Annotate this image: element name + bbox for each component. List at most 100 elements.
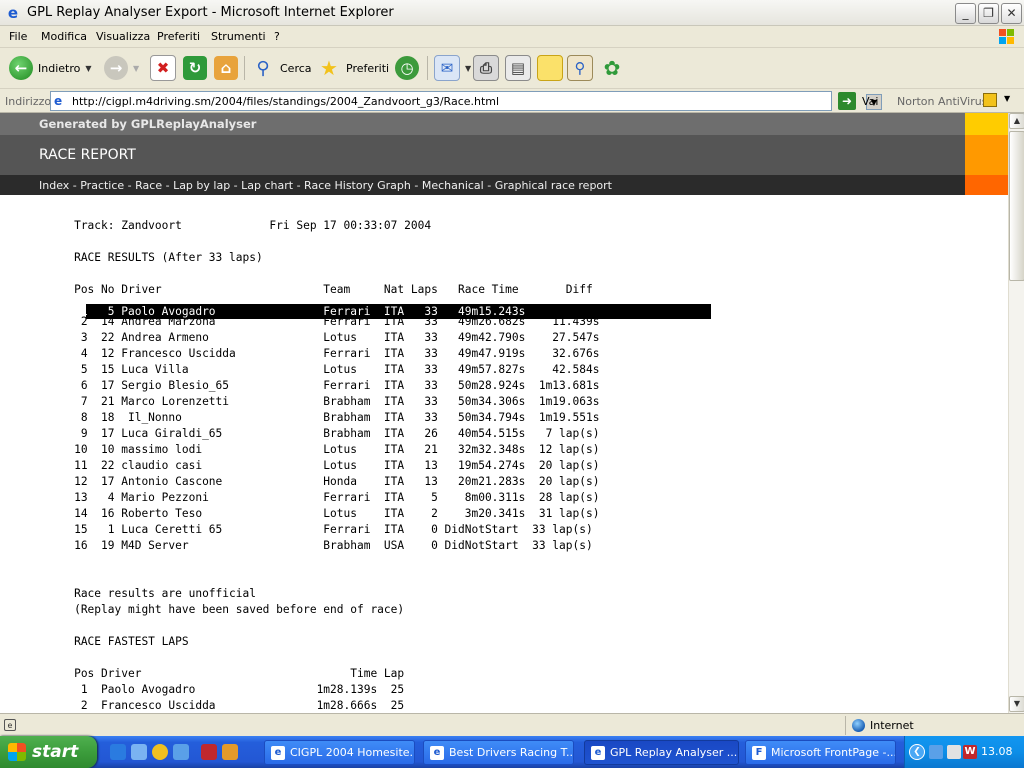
back-label: Indietro: [38, 61, 81, 75]
ie-quicklaunch-icon[interactable]: [110, 744, 126, 760]
report-nav-bar: Index - Practice - Race - Lap by lap - L…: [0, 175, 965, 195]
winamp-tray-icon[interactable]: W: [963, 745, 977, 759]
report-nav-links[interactable]: Index - Practice - Race - Lap by lap - L…: [39, 179, 612, 192]
taskbar-item-cigpl[interactable]: e CIGPL 2004 Homesite...: [264, 740, 415, 765]
ie-icon: e: [591, 745, 605, 760]
report-title-banner: RACE REPORT: [0, 135, 965, 175]
minimize-button[interactable]: _: [955, 3, 976, 24]
forward-button[interactable]: → ▼: [104, 54, 139, 82]
taskbar-item-best-drivers[interactable]: e Best Drivers Racing T...: [423, 740, 574, 765]
address-bar: Indirizzo e http://cigpl.m4driving.sm/20…: [0, 89, 1024, 113]
page-status-icon: e: [4, 719, 16, 731]
status-bar: e Internet: [0, 713, 1024, 736]
taskbar-clock[interactable]: 13.08: [981, 745, 1013, 758]
home-button[interactable]: ⌂: [214, 54, 238, 82]
start-button[interactable]: start: [0, 736, 97, 768]
internet-globe-icon: [852, 719, 865, 732]
maximize-button[interactable]: ❐: [978, 3, 999, 24]
menu-file[interactable]: File: [9, 30, 27, 43]
history-icon: ◷: [395, 56, 419, 80]
ie-app-icon[interactable]: e: [5, 5, 21, 21]
page-content: Generated by GPLReplayAnalyser RACE REPO…: [0, 113, 1008, 713]
menu-bar: File Modifica Visualizza Preferiti Strum…: [0, 26, 1024, 48]
header-accent-yellow: [965, 113, 1008, 135]
norton-dropdown-icon[interactable]: ▼: [1004, 94, 1010, 103]
taskbar: start e CIGPL 2004 Homesite... e Best Driv…: [0, 736, 1024, 768]
print-button[interactable]: ⎙: [473, 54, 499, 82]
address-label: Indirizzo: [5, 95, 52, 108]
windows-logo-icon: [999, 29, 1014, 44]
norton-antivirus-button[interactable]: Norton AntiVirus: [897, 95, 987, 108]
mail-button[interactable]: ✉ ▼: [434, 54, 471, 82]
winner-row-text: 1 5 Paolo Avogadro Ferrari ITA 33 49m15.…: [0, 305, 526, 318]
back-arrow-icon: ←: [9, 56, 33, 80]
refresh-icon: ↻: [183, 56, 207, 80]
forward-dropdown-icon: ▼: [133, 63, 140, 73]
stop-button[interactable]: ✖: [150, 54, 176, 82]
tray-expand-icon[interactable]: ❮: [909, 744, 925, 760]
note-icon: [537, 55, 563, 81]
toolbar-separator: [244, 56, 245, 80]
favorites-button[interactable]: ★ Preferiti: [317, 54, 389, 82]
edit-button[interactable]: ▤: [505, 54, 531, 82]
print-icon: ⎙: [473, 55, 499, 81]
taskbar-item-gpl-replay[interactable]: e GPL Replay Analyser ...: [584, 740, 739, 765]
window-title: GPL Replay Analyser Export - Microsoft I…: [27, 5, 394, 20]
research-icon: ⚲: [567, 55, 593, 81]
mail-dropdown-icon[interactable]: ▼: [465, 64, 471, 73]
header-accent-red: [965, 175, 1008, 195]
refresh-button[interactable]: ↻: [183, 54, 207, 82]
address-url[interactable]: http://cigpl.m4driving.sm/2004/files/sta…: [72, 95, 499, 108]
scroll-down-icon[interactable]: ▼: [1009, 696, 1024, 712]
ie-icon: e: [430, 745, 444, 760]
show-desktop-quicklaunch-icon[interactable]: [173, 744, 189, 760]
tool-quicklaunch-icon[interactable]: [222, 744, 238, 760]
taskbar-item-label: CIGPL 2004 Homesite...: [290, 746, 415, 759]
network-tray-icon[interactable]: [929, 745, 943, 759]
search-label: Cerca: [280, 61, 312, 75]
app-quicklaunch-icon[interactable]: [201, 744, 217, 760]
discuss-button[interactable]: [537, 54, 563, 82]
favorites-label: Preferiti: [346, 61, 390, 75]
address-input[interactable]: e http://cigpl.m4driving.sm/2004/files/s…: [50, 91, 882, 111]
status-separator: [845, 716, 846, 735]
stop-icon: ✖: [150, 55, 176, 81]
icq-button[interactable]: ✿: [600, 54, 624, 82]
edit-icon: ▤: [505, 55, 531, 81]
page-title: RACE REPORT: [39, 147, 136, 163]
favorites-star-icon: ★: [320, 56, 338, 80]
taskbar-item-label: GPL Replay Analyser ...: [610, 746, 738, 759]
scroll-thumb[interactable]: [1009, 131, 1024, 281]
start-label: start: [32, 742, 79, 762]
outlook-quicklaunch-icon[interactable]: [131, 744, 147, 760]
go-arrow-icon[interactable]: ➜: [838, 92, 856, 110]
toolbar-separator: [427, 56, 428, 80]
vertical-scrollbar[interactable]: ▲ ▼: [1008, 113, 1024, 713]
menu-modifica[interactable]: Modifica: [41, 30, 87, 43]
generator-banner: Generated by GPLReplayAnalyser: [0, 113, 965, 135]
back-dropdown-icon[interactable]: ▼: [85, 64, 91, 73]
menu-preferiti[interactable]: Preferiti: [157, 30, 200, 43]
page-favicon-icon: e: [54, 94, 63, 108]
research-button[interactable]: ⚲: [567, 54, 593, 82]
frontpage-icon: F: [752, 745, 766, 760]
close-button[interactable]: ✕: [1001, 3, 1022, 24]
scroll-up-icon[interactable]: ▲: [1009, 113, 1024, 129]
icq-flower-icon: ✿: [603, 56, 621, 80]
windows-flag-icon: [8, 743, 26, 761]
taskbar-item-label: Microsoft FrontPage -...: [771, 746, 896, 759]
back-button[interactable]: ← Indietro ▼: [9, 54, 92, 82]
menu-help[interactable]: ?: [274, 30, 280, 43]
norton-icon[interactable]: [983, 93, 997, 107]
volume-tray-icon[interactable]: [947, 745, 961, 759]
menu-strumenti[interactable]: Strumenti: [211, 30, 266, 43]
media-player-quicklaunch-icon[interactable]: [152, 744, 168, 760]
search-button[interactable]: ⚲ Cerca: [251, 54, 312, 82]
forward-arrow-icon: →: [104, 56, 128, 80]
search-icon: ⚲: [256, 57, 270, 79]
history-button[interactable]: ◷: [395, 54, 419, 82]
go-button[interactable]: Vai: [862, 95, 878, 108]
menu-visualizza[interactable]: Visualizza: [96, 30, 150, 43]
header-accent-orange: [965, 135, 1008, 175]
taskbar-item-frontpage[interactable]: F Microsoft FrontPage -...: [745, 740, 896, 765]
